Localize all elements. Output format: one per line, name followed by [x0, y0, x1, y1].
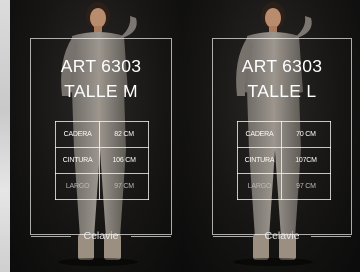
- table-row: LARGO 97 CM: [54, 173, 149, 200]
- measure-value: 107CM: [280, 147, 332, 174]
- size-chart-graphic: ART 6303 TALLE M CADERA 82 CM CINTURA 10…: [0, 0, 360, 272]
- measure-label: CADERA: [54, 121, 101, 148]
- adjacent-image-edge: [0, 0, 10, 272]
- measure-value: 70 CM: [280, 121, 332, 148]
- measure-label: LARGO: [237, 173, 282, 200]
- measurements-table: CADERA 82 CM CINTURA 106 CM LARGO 97 CM: [54, 121, 149, 200]
- measure-value: 106 CM: [99, 147, 149, 174]
- measure-label: LARGO: [54, 173, 101, 200]
- article-number: ART 6303: [60, 56, 142, 76]
- brand-divider: [131, 236, 171, 237]
- brand-footer: Celavie: [213, 229, 351, 243]
- table-row: CADERA 70 CM: [237, 121, 332, 148]
- measure-value: 82 CM: [99, 121, 149, 148]
- measurements-table: CADERA 70 CM CINTURA 107CM LARGO 97 CM: [237, 121, 332, 200]
- size-card-m: ART 6303 TALLE M CADERA 82 CM CINTURA 10…: [10, 0, 182, 272]
- measure-label: CINTURA: [54, 147, 101, 174]
- table-row: CINTURA 107CM: [237, 147, 332, 174]
- measure-value: 97 CM: [280, 173, 332, 200]
- brand-footer: Celavie: [31, 229, 171, 243]
- measure-label: CINTURA: [237, 147, 282, 174]
- article-number: ART 6303: [241, 56, 323, 76]
- measure-label: CADERA: [237, 121, 282, 148]
- table-row: CINTURA 106 CM: [54, 147, 149, 174]
- table-row: LARGO 97 CM: [237, 173, 332, 200]
- spec-frame: ART 6303 TALLE L CADERA 70 CM CINTURA 10…: [212, 38, 352, 242]
- spec-frame: ART 6303 TALLE M CADERA 82 CM CINTURA 10…: [30, 38, 172, 242]
- size-label: TALLE L: [247, 81, 317, 101]
- table-row: CADERA 82 CM: [54, 121, 149, 148]
- size-label: TALLE M: [64, 81, 138, 101]
- size-card-l: ART 6303 TALLE L CADERA 70 CM CINTURA 10…: [182, 0, 360, 272]
- brand-divider: [311, 236, 351, 237]
- measure-value: 97 CM: [99, 173, 149, 200]
